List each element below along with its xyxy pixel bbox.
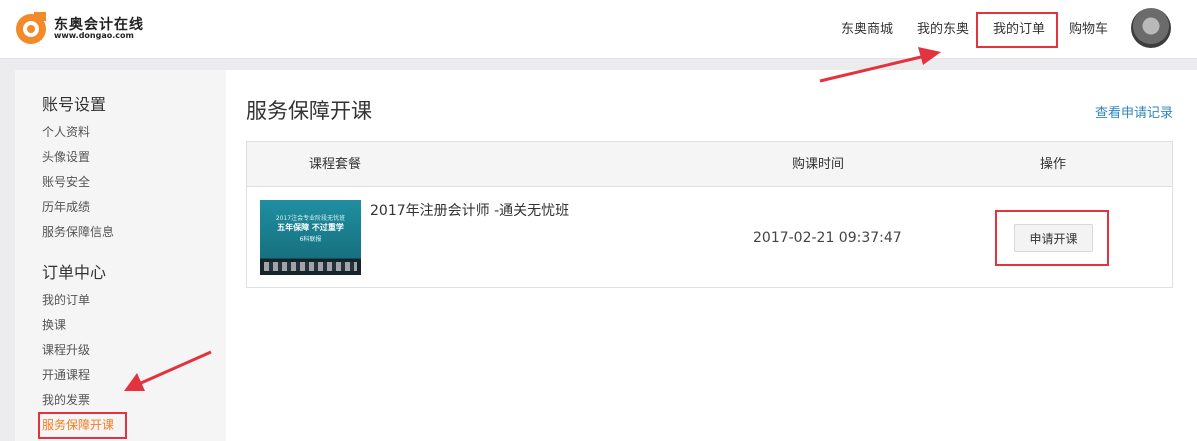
view-records-link[interactable]: 查看申请记录 xyxy=(1095,102,1173,121)
sidebar-item-change-course[interactable]: 换课 xyxy=(42,316,66,333)
course-name[interactable]: 2017年注册会计师 -通关无忧班 xyxy=(370,200,569,220)
avatar[interactable] xyxy=(1131,8,1171,48)
sidebar-item-account-security[interactable]: 账号安全 xyxy=(42,173,90,190)
thumbnail-line-1: 2017注会专业阶段无忧班 xyxy=(275,215,346,222)
nav-mall[interactable]: 东奥商城 xyxy=(841,0,893,59)
thumbnail-teacher-strip xyxy=(264,262,357,271)
sidebar-item-service-guarantee-info[interactable]: 服务保障信息 xyxy=(42,223,114,240)
sidebar: 账号设置 个人资料 头像设置 账号安全 历年成绩 服务保障信息 订单中心 我的订… xyxy=(15,70,226,441)
sidebar-item-avatar-settings[interactable]: 头像设置 xyxy=(42,148,90,165)
site-logo[interactable]: 东奥会计在线 www.dongao.com xyxy=(14,11,154,47)
orders-table: 课程套餐 购课时间 操作 2017注会专业阶段无忧班 五年保障 不过重学 6科联… xyxy=(246,141,1173,288)
column-header-course: 课程套餐 xyxy=(309,157,362,172)
apply-open-course-button[interactable]: 申请开课 xyxy=(1014,224,1093,252)
thumbnail-line-3: 6科联报 xyxy=(299,236,322,243)
main-content: 服务保障开课 查看申请记录 课程套餐 购课时间 操作 2017注会专业阶段无忧班… xyxy=(226,70,1197,441)
sidebar-item-activate-course[interactable]: 开通课程 xyxy=(42,366,90,383)
column-header-action: 操作 xyxy=(1040,157,1067,172)
sidebar-item-my-invoices[interactable]: 我的发票 xyxy=(42,391,90,408)
sidebar-item-my-orders[interactable]: 我的订单 xyxy=(42,291,90,308)
nav-my-dongao[interactable]: 我的东奥 xyxy=(917,0,969,59)
sidebar-item-profile[interactable]: 个人资料 xyxy=(42,123,90,140)
logo-url: www.dongao.com xyxy=(54,31,134,40)
column-header-purchase-time: 购课时间 xyxy=(792,157,845,172)
nav-my-orders-highlight xyxy=(976,12,1058,48)
thumbnail-line-2: 五年保障 不过重学 xyxy=(277,223,344,232)
nav-cart[interactable]: 购物车 xyxy=(1069,0,1108,59)
sidebar-item-course-upgrade[interactable]: 课程升级 xyxy=(42,341,90,358)
sidebar-section-orders: 订单中心 xyxy=(42,263,107,282)
table-header: 课程套餐 购课时间 操作 xyxy=(247,142,1172,187)
sidebar-item-past-scores[interactable]: 历年成绩 xyxy=(42,198,90,215)
sidebar-section-account: 账号设置 xyxy=(42,95,107,114)
top-header: 东奥会计在线 www.dongao.com 东奥商城 我的东奥 我的订单 购物车 xyxy=(0,0,1197,59)
course-thumbnail[interactable]: 2017注会专业阶段无忧班 五年保障 不过重学 6科联报 xyxy=(260,200,361,275)
sidebar-active-highlight xyxy=(38,412,127,439)
purchase-time: 2017-02-21 09:37:47 xyxy=(753,230,902,246)
dongao-logo-icon xyxy=(16,12,46,44)
page-title: 服务保障开课 xyxy=(246,99,372,123)
